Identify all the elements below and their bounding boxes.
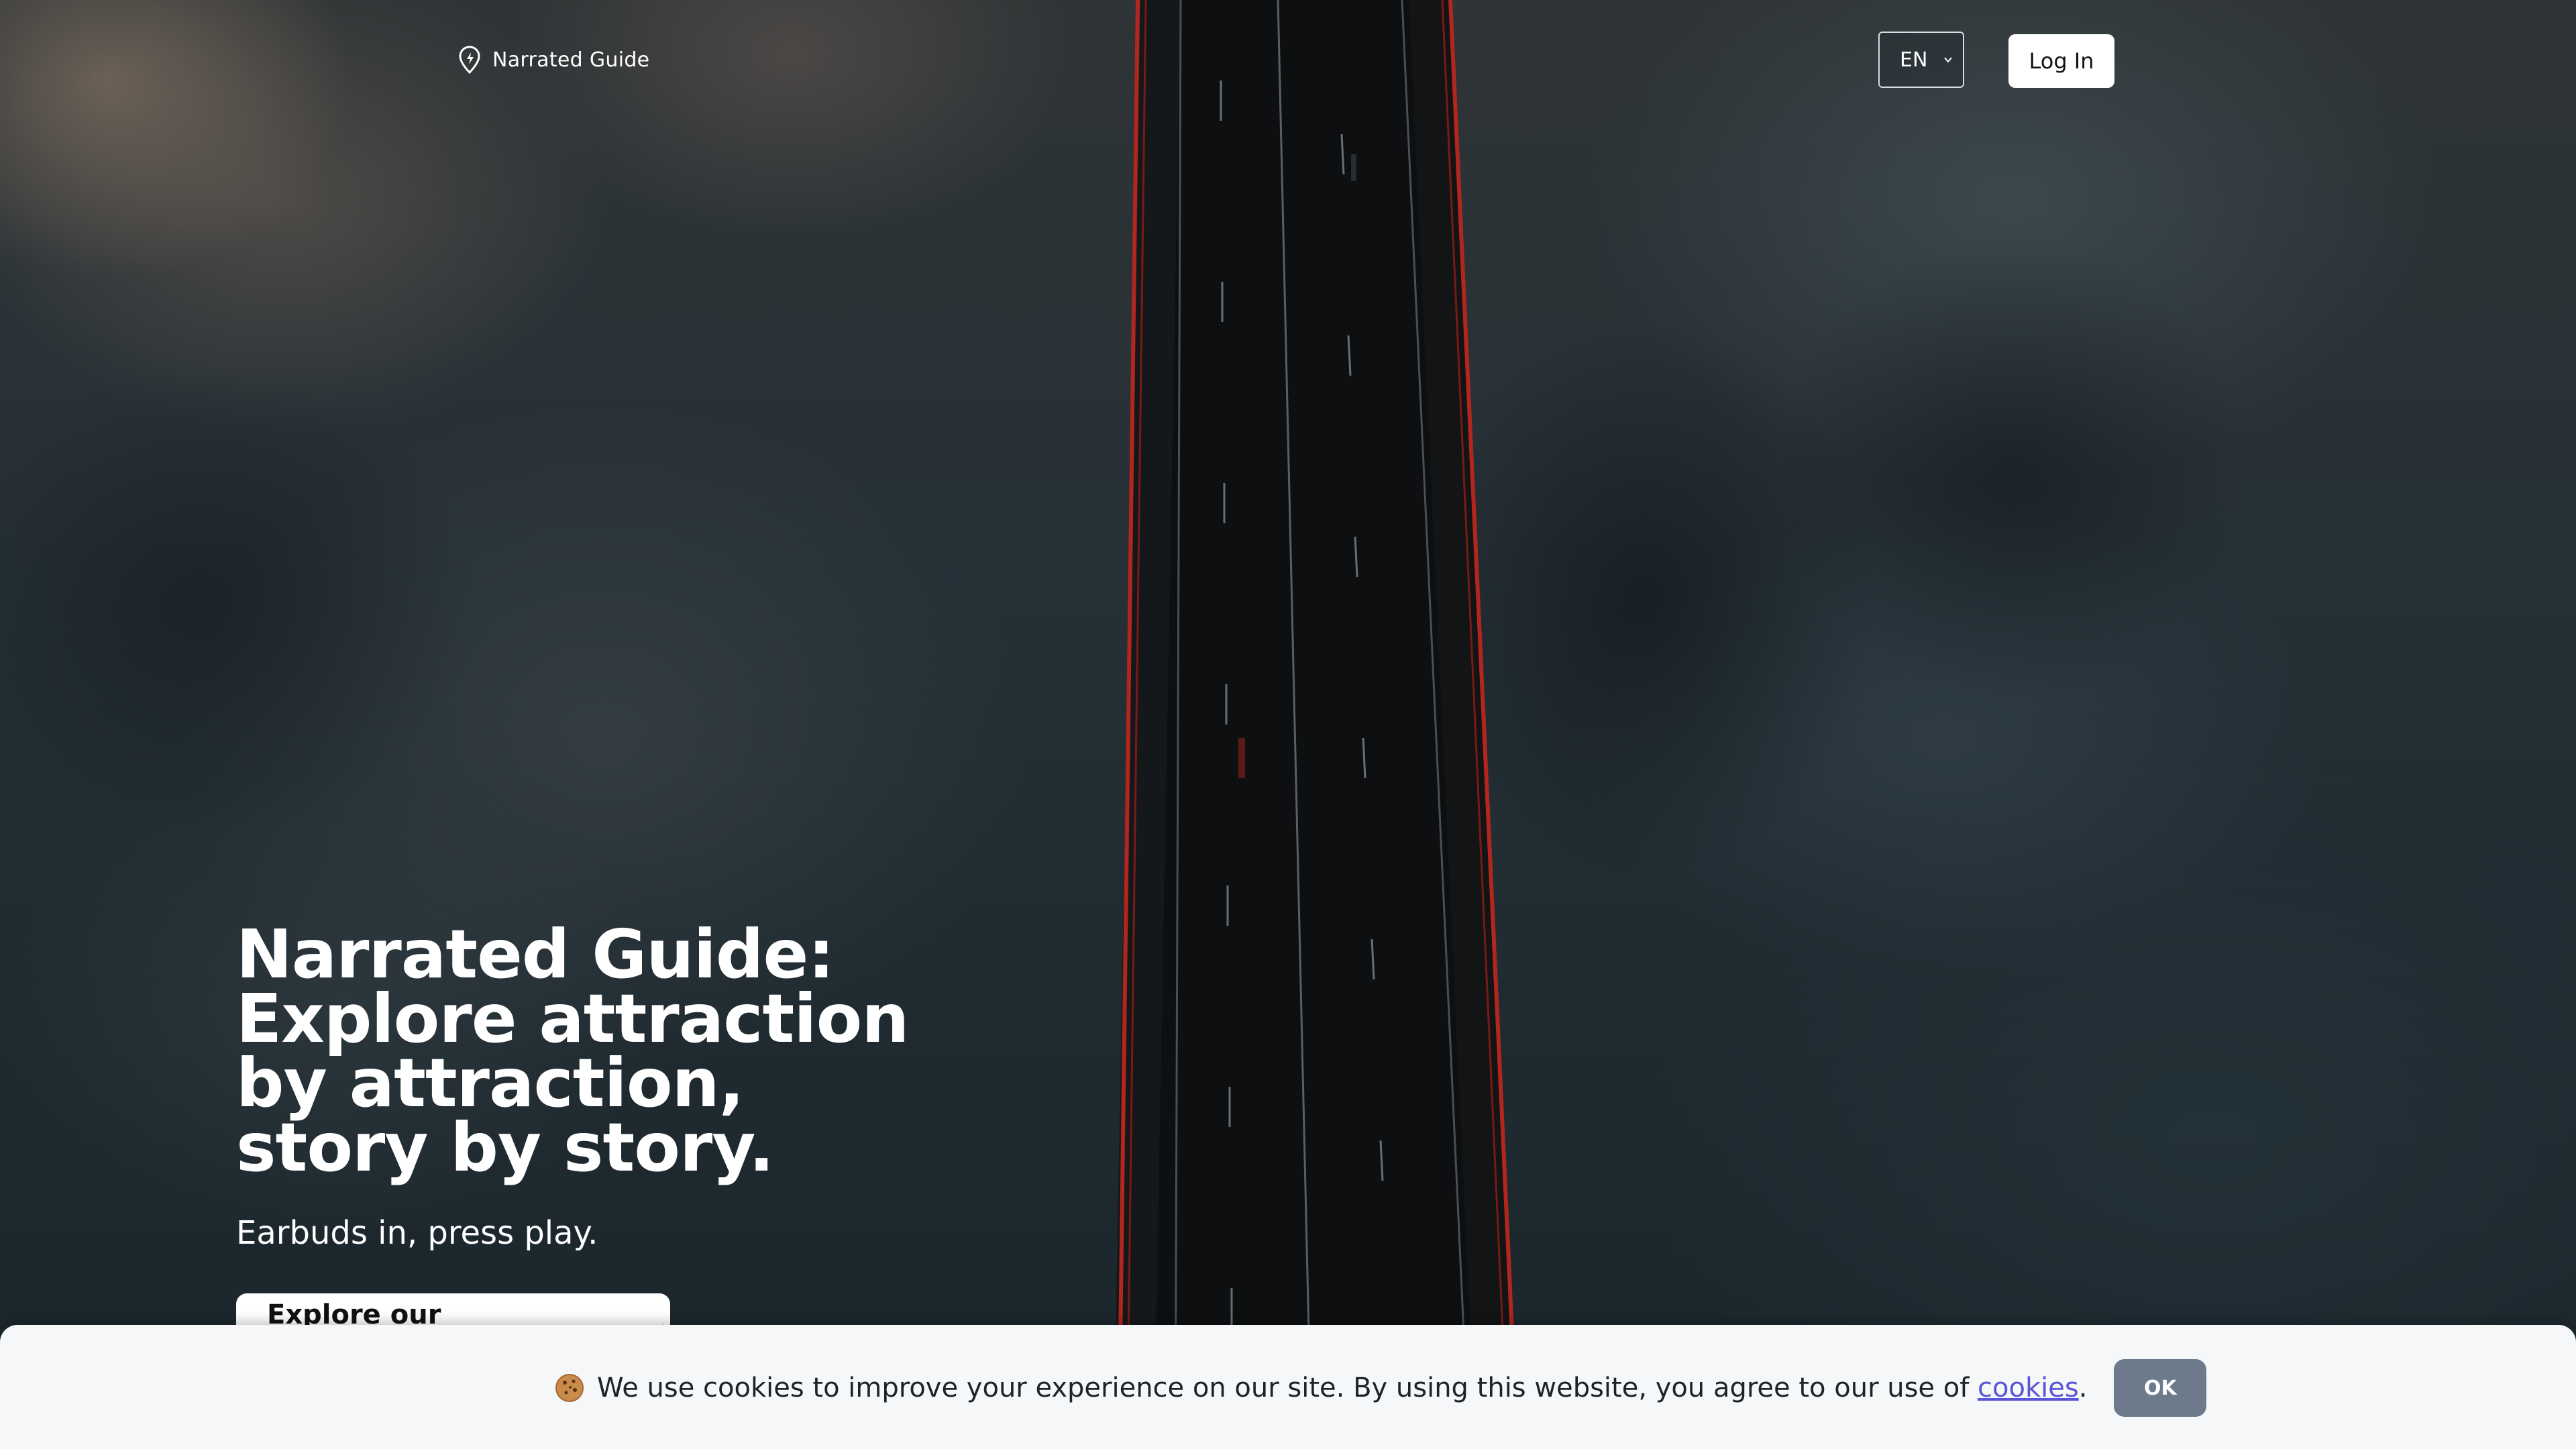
cookie-banner-content: We use cookies to improve your experienc… xyxy=(554,1359,2207,1417)
brand-logo[interactable]: Narrated Guide xyxy=(456,44,649,75)
cookie-icon xyxy=(555,1374,584,1402)
cookie-message-end: . xyxy=(2078,1373,2088,1403)
chevron-down-icon xyxy=(1944,57,1952,63)
brand-name: Narrated Guide xyxy=(492,48,650,72)
cookie-banner: We use cookies to improve your experienc… xyxy=(0,1325,2576,1449)
login-button[interactable]: Log In xyxy=(2008,34,2114,88)
cookie-ok-button[interactable]: OK xyxy=(2114,1359,2207,1417)
cookies-link[interactable]: cookies xyxy=(1978,1373,2079,1403)
language-select[interactable]: EN xyxy=(1878,32,1964,88)
cookie-message-text: We use cookies to improve your experienc… xyxy=(597,1373,1978,1403)
hero-subtitle: Earbuds in, press play. xyxy=(236,1214,598,1252)
hero-title: Narrated Guide: Explore attraction by at… xyxy=(236,915,909,1187)
language-value: EN xyxy=(1900,48,1928,72)
cookie-message: We use cookies to improve your experienc… xyxy=(597,1373,2087,1403)
location-pin-icon xyxy=(459,46,480,74)
landing-page: Narrated Guide EN Log In Narrated Guide:… xyxy=(0,0,2576,1449)
